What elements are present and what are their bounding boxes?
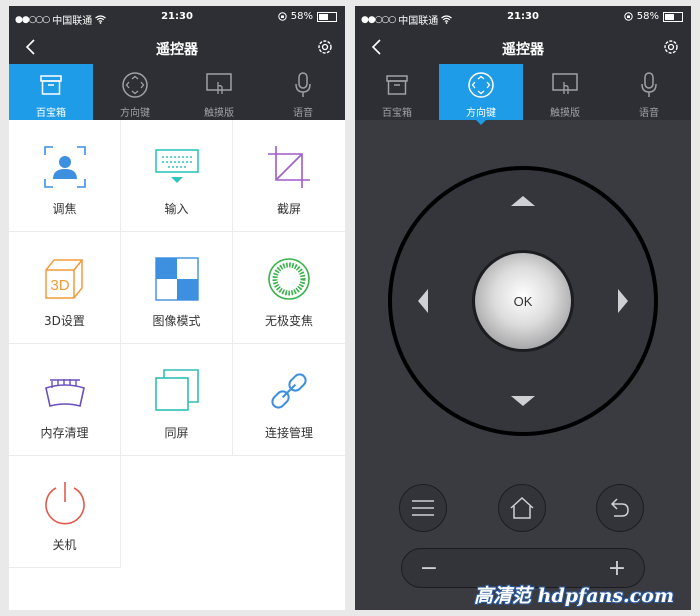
page-title: 遥控器 — [156, 42, 198, 58]
input-button[interactable]: 输入 — [121, 120, 233, 232]
focus-button[interactable]: 调焦 — [9, 120, 121, 232]
keyboard-icon — [154, 149, 199, 183]
memory-clean-label: 内存清理 — [40, 426, 89, 440]
page-title: 遥控器 — [502, 42, 544, 58]
status-bar: ●●○○○ 中国联通 21:30 58% — [9, 6, 345, 30]
mirror-screen-label: 同屏 — [164, 426, 189, 440]
mirror-screen-icon — [154, 369, 199, 411]
touchpad-icon — [552, 73, 578, 94]
3d-settings-label: 3D设置 — [44, 314, 85, 328]
toolbox-icon — [40, 75, 62, 95]
rotation-lock-icon — [624, 12, 633, 21]
tab-toolbox[interactable]: 百宝箱 — [9, 64, 93, 125]
zoom-dial-icon — [268, 258, 310, 300]
connection-manage-label: 连接管理 — [264, 426, 313, 440]
battery-percent: 58% — [290, 11, 313, 22]
tab-label: 百宝箱 — [36, 108, 66, 119]
tab-touchpad[interactable]: 触摸版 — [177, 64, 261, 120]
menu-icon — [412, 500, 434, 516]
back-icon — [610, 498, 629, 517]
toolbox-icon — [386, 75, 408, 95]
rotation-lock-icon — [278, 12, 287, 21]
battery-percent: 58% — [636, 11, 659, 22]
tab-label: 触摸版 — [204, 108, 234, 119]
zoom-label: 无极变焦 — [264, 314, 313, 328]
tab-label: 百宝箱 — [382, 108, 412, 119]
power-icon — [44, 482, 85, 525]
3d-settings-button[interactable]: 3D 3D设置 — [9, 232, 121, 344]
zoom-button[interactable]: 无极变焦 — [233, 232, 345, 344]
power-off-button[interactable]: 关机 — [9, 456, 121, 568]
direction-pad-icon — [122, 72, 148, 98]
home-icon — [510, 496, 534, 519]
tab-label: 语音 — [639, 108, 659, 119]
tab-touchpad[interactable]: 触摸版 — [523, 64, 607, 120]
screenshot-icon — [268, 146, 310, 188]
tab-direction-keys[interactable]: 方向键 — [93, 64, 177, 120]
gear-icon[interactable] — [315, 37, 335, 57]
input-label: 输入 — [164, 202, 189, 216]
image-mode-icon — [154, 257, 199, 301]
ok-label: OK — [514, 294, 533, 309]
return-button[interactable] — [596, 484, 644, 532]
navigation-bar: 遥控器 — [355, 30, 691, 64]
svg-text:3D: 3D — [50, 277, 69, 294]
watermark-logo: 高清范 hdpfans.com — [474, 585, 674, 607]
gear-icon[interactable] — [661, 37, 681, 57]
image-mode-button[interactable]: 图像模式 — [121, 232, 233, 344]
left-phone-screen: ●●○○○ 中国联通 21:30 58% 遥控器 百宝箱 方向键 触摸版 语音 … — [9, 6, 345, 610]
status-bar: ●●○○○ 中国联通 21:30 58% — [355, 6, 691, 30]
memory-clean-icon — [44, 379, 85, 407]
tab-voice[interactable]: 语音 — [607, 64, 691, 120]
tab-direction-keys[interactable]: 方向键 — [439, 64, 523, 125]
focus-label: 调焦 — [52, 202, 77, 216]
menu-button[interactable] — [399, 484, 447, 532]
tab-bar: 百宝箱 方向键 触摸版 语音 — [355, 64, 691, 125]
tab-label: 语音 — [293, 108, 313, 119]
tab-bar: 百宝箱 方向键 触摸版 语音 — [9, 64, 345, 125]
3d-cube-icon: 3D — [44, 259, 83, 299]
volume-up-button[interactable]: + — [602, 553, 632, 583]
home-button[interactable] — [498, 484, 546, 532]
tab-label: 触摸版 — [550, 108, 580, 119]
touchpad-icon — [206, 73, 232, 94]
tab-toolbox[interactable]: 百宝箱 — [355, 64, 439, 120]
tab-voice[interactable]: 语音 — [261, 64, 345, 120]
battery-icon — [663, 11, 683, 22]
volume-down-button[interactable]: − — [414, 553, 444, 583]
microphone-icon — [641, 72, 657, 97]
power-off-label: 关机 — [52, 538, 77, 552]
screenshot-label: 截屏 — [276, 202, 301, 216]
link-icon — [271, 373, 307, 409]
battery-icon — [317, 11, 337, 22]
navigation-bar: 遥控器 — [9, 30, 345, 64]
memory-clean-button[interactable]: 内存清理 — [9, 344, 121, 456]
focus-icon — [43, 146, 86, 188]
right-phone-screen: ●●○○○ 中国联通 21:30 58% 遥控器 百宝箱 方向键 触摸版 语音 … — [355, 6, 691, 610]
direction-pad-icon — [468, 72, 494, 98]
image-mode-label: 图像模式 — [152, 314, 201, 328]
microphone-icon — [295, 72, 311, 97]
screenshot-button[interactable]: 截屏 — [233, 120, 345, 232]
connection-manage-button[interactable]: 连接管理 — [233, 344, 345, 456]
direction-pad: OK — [388, 166, 658, 436]
tab-label: 方向键 — [120, 108, 150, 119]
mirror-screen-button[interactable]: 同屏 — [121, 344, 233, 456]
tab-label: 方向键 — [466, 108, 496, 119]
